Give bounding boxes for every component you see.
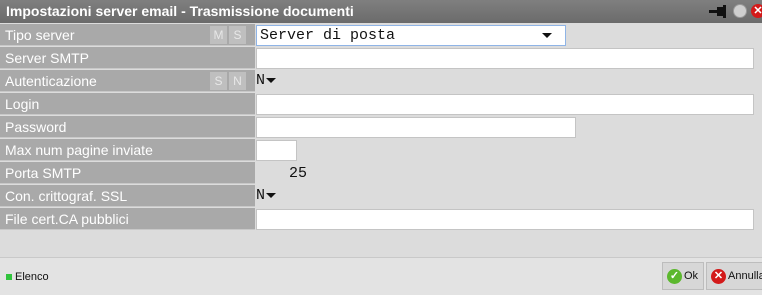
ssl-combo[interactable]: N (256, 186, 286, 207)
field-row-tipo-server: Tipo server M S Server di posta (0, 24, 762, 47)
field-label-ssl: Con. crittograf. SSL (0, 185, 255, 207)
chevron-down-icon (266, 77, 277, 83)
field-label-cert-ca: File cert.CA pubblici (0, 208, 255, 230)
pin-icon[interactable] (708, 4, 730, 19)
field-row-server-smtp: Server SMTP (0, 47, 762, 70)
option-tag-s[interactable]: S (229, 26, 246, 44)
chevron-down-icon (542, 33, 552, 38)
autenticazione-combo[interactable]: N (256, 71, 286, 92)
close-icon[interactable]: ✕ (751, 4, 762, 18)
field-label-porta-smtp: Porta SMTP (0, 162, 255, 184)
field-row-cert-ca: File cert.CA pubblici (0, 208, 762, 231)
annulla-label: Annulla (728, 270, 762, 282)
window-title: Impostazioni server email - Trasmissione… (6, 3, 354, 19)
field-label-password: Password (0, 116, 255, 138)
ssl-value: N (256, 187, 266, 204)
chevron-down-icon (266, 192, 277, 198)
max-pagine-input[interactable] (256, 140, 297, 161)
porta-smtp-input[interactable]: 25 (256, 163, 311, 184)
check-icon: ✓ (667, 268, 682, 284)
tipo-server-dropdown[interactable]: Server di posta (256, 25, 566, 46)
elenco-button[interactable]: Elenco (6, 268, 49, 286)
title-bar: Impostazioni server email - Trasmissione… (0, 0, 762, 23)
dialog-window: Impostazioni server email - Trasmissione… (0, 0, 762, 295)
field-label-max-pagine: Max num pagine inviate (0, 139, 255, 161)
status-dot-icon (733, 4, 747, 18)
field-label-login: Login (0, 93, 255, 115)
login-input[interactable] (256, 94, 754, 115)
field-row-login: Login (0, 93, 762, 116)
option-tag-m[interactable]: M (210, 26, 227, 44)
tipo-server-value: Server di posta (260, 27, 396, 44)
field-row-ssl: Con. crittograf. SSL N (0, 185, 762, 208)
cert-ca-input[interactable] (256, 209, 754, 230)
footer-bar: Elenco ✓ Ok ✕ Annulla (0, 257, 762, 295)
elenco-label: Elenco (15, 271, 49, 283)
cancel-icon: ✕ (711, 268, 726, 284)
field-row-porta-smtp: Porta SMTP 25 (0, 162, 762, 185)
option-tag-s[interactable]: S (210, 72, 227, 90)
option-tag-n[interactable]: N (229, 72, 246, 90)
field-row-password: Password (0, 116, 762, 139)
green-square-icon (6, 274, 12, 281)
autenticazione-value: N (256, 72, 266, 89)
field-row-max-pagine: Max num pagine inviate (0, 139, 762, 162)
field-row-autenticazione: Autenticazione S N N (0, 70, 762, 93)
password-input[interactable] (256, 117, 576, 138)
field-label-server-smtp: Server SMTP (0, 47, 255, 69)
ok-button[interactable]: ✓ Ok (662, 262, 704, 290)
server-smtp-input[interactable] (256, 48, 754, 69)
annulla-button[interactable]: ✕ Annulla (706, 262, 762, 290)
ok-label: Ok (684, 270, 699, 282)
